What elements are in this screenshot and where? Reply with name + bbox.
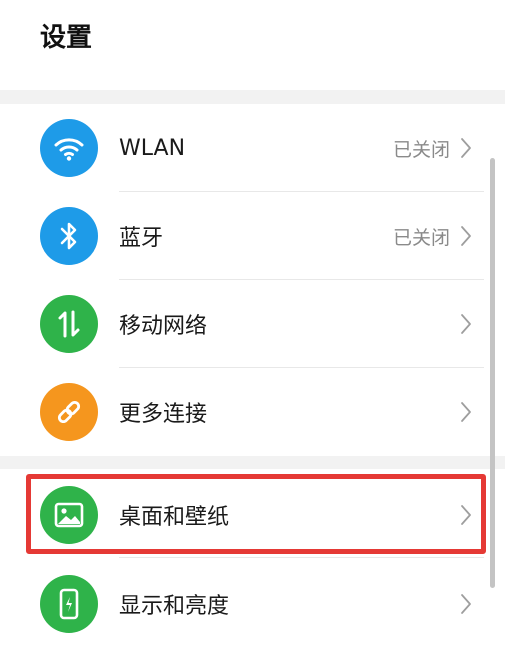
settings-item-bluetooth[interactable]: 蓝牙 已关闭 <box>14 192 484 280</box>
mobile-data-icon <box>40 295 98 353</box>
row-separator <box>119 557 484 558</box>
highlight-box <box>26 474 486 554</box>
link-icon <box>40 383 98 441</box>
scrollbar[interactable] <box>490 158 495 588</box>
phone-display-icon <box>40 575 98 633</box>
page-title: 设置 <box>40 23 93 53</box>
bluetooth-icon <box>40 207 98 265</box>
wifi-icon <box>40 119 98 177</box>
section-divider <box>0 90 505 104</box>
chevron-right-icon <box>461 594 471 614</box>
section-divider <box>0 456 505 469</box>
settings-item-label: 显示和亮度 <box>119 594 230 619</box>
settings-item-label: 蓝牙 <box>119 226 164 251</box>
status-text: 已关闭 <box>392 226 450 249</box>
status-text: 已关闭 <box>392 138 450 161</box>
chevron-right-icon <box>461 402 471 422</box>
settings-item-wlan[interactable]: WLAN 已关闭 <box>14 104 484 192</box>
settings-item-label: 更多连接 <box>119 402 208 427</box>
settings-item-mobile-network[interactable]: 移动网络 <box>14 280 484 368</box>
chevron-right-icon <box>461 314 471 334</box>
chevron-right-icon <box>461 226 471 246</box>
chevron-right-icon <box>461 138 471 158</box>
settings-item-more-connections[interactable]: 更多连接 <box>14 368 484 456</box>
settings-item-label: 移动网络 <box>119 314 208 339</box>
settings-item-display-brightness[interactable]: 显示和亮度 <box>14 560 484 648</box>
settings-item-label: WLAN <box>119 135 186 161</box>
